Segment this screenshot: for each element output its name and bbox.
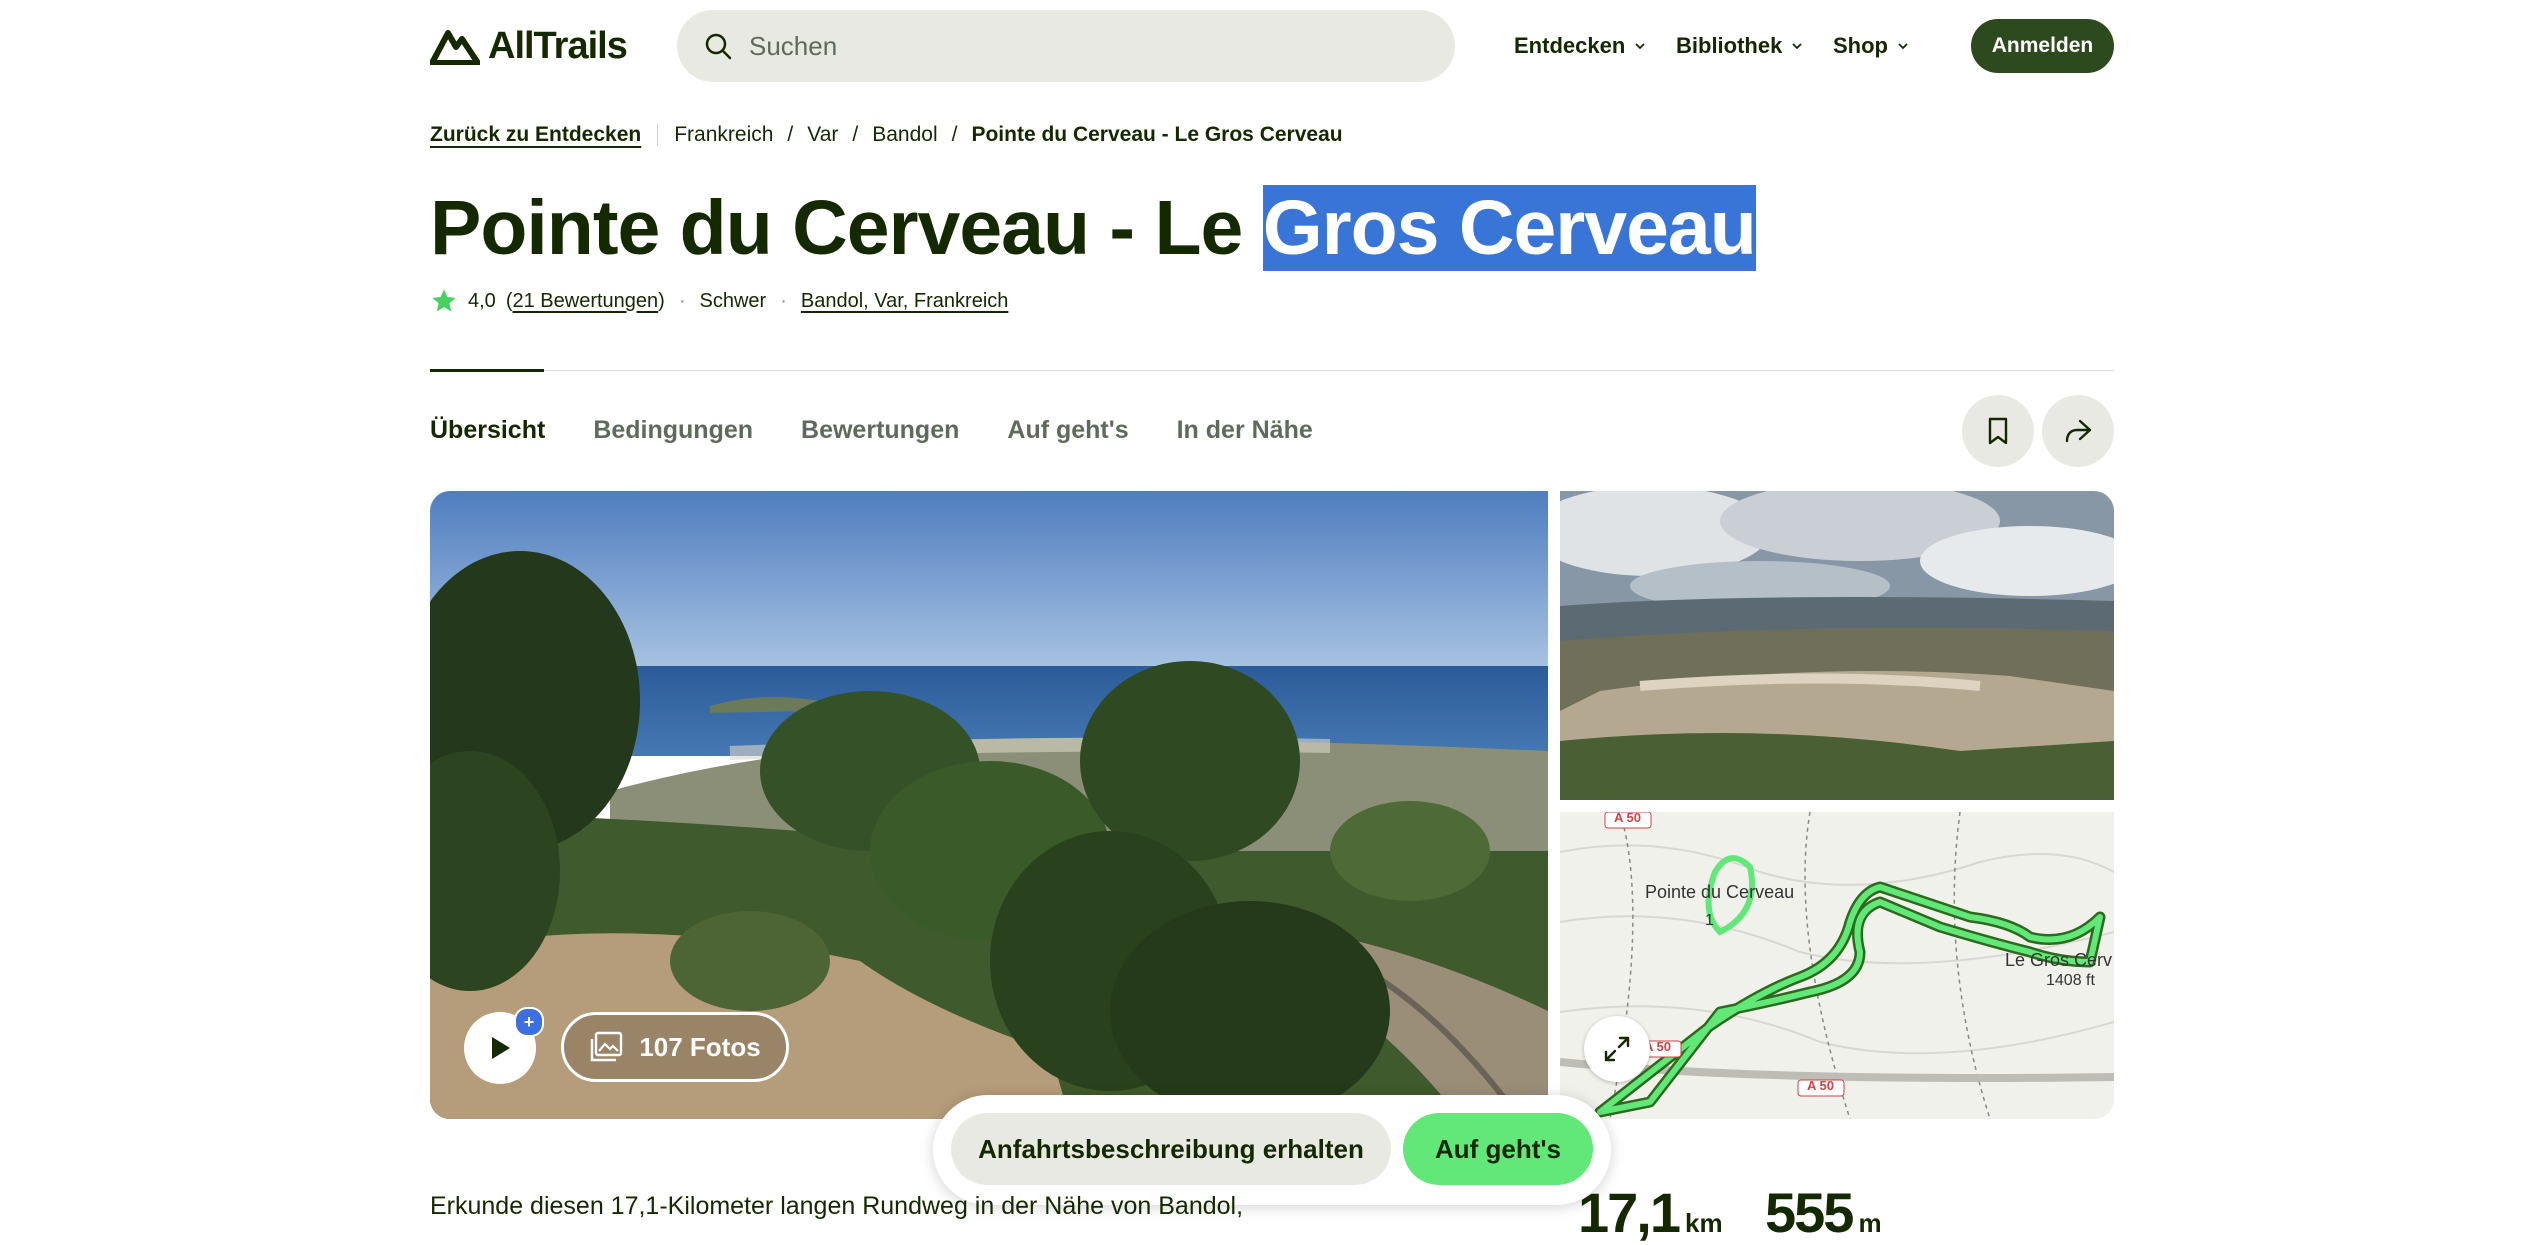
- breadcrumb-separator: /: [787, 123, 794, 146]
- meta-separator: ·: [780, 289, 787, 312]
- nav-entdecken-label: Entdecken: [1514, 33, 1626, 58]
- length-stat: 17,1 km: [1578, 1180, 1723, 1245]
- tab-bar: Übersicht Bedingungen Bewertungen Auf ge…: [430, 416, 1313, 445]
- length-unit: km: [1685, 1208, 1723, 1238]
- reviews-count[interactable]: 21 Bewertungen: [512, 290, 658, 312]
- tab-get-going[interactable]: Auf geht's: [1007, 416, 1128, 445]
- photos-count: 107 Fotos: [639, 1031, 761, 1062]
- location-link[interactable]: Bandol, Var, Frankreich: [801, 290, 1009, 313]
- map-peak-altitude: 1: [1705, 912, 1714, 929]
- alltrails-logo[interactable]: AllTrails: [430, 24, 628, 67]
- back-to-explore-link[interactable]: Zurück zu Entdecken: [430, 123, 641, 147]
- meta-separator: ·: [678, 289, 686, 312]
- bookmark-icon: [1988, 417, 2008, 445]
- title-selected-text: Gros Cerveau: [1262, 185, 1757, 271]
- mountain-logo-icon: [430, 30, 480, 65]
- nav-shop[interactable]: Shop: [1833, 28, 1910, 64]
- signin-button[interactable]: Anmelden: [1971, 19, 2114, 73]
- photos-button[interactable]: 107 Fotos: [561, 1012, 789, 1082]
- title-text: Pointe du Cerveau - Le: [430, 185, 1263, 271]
- nav-bibliothek[interactable]: Bibliothek: [1676, 28, 1804, 64]
- play-icon: [492, 1037, 510, 1059]
- tab-reviews[interactable]: Bewertungen: [801, 416, 959, 445]
- share-icon: [2065, 419, 2092, 443]
- breadcrumb-item-region[interactable]: Var: [807, 123, 838, 147]
- search-icon: [701, 29, 735, 63]
- breadcrumb: Zurück zu Entdecken Frankreich / Var / B…: [430, 120, 1343, 150]
- share-button[interactable]: [2042, 395, 2114, 467]
- length-value: 17,1: [1578, 1181, 1681, 1244]
- search-bar[interactable]: [677, 10, 1455, 82]
- chevron-down-icon: [1898, 43, 1908, 50]
- map-road-label: A 50: [1614, 812, 1641, 825]
- gallery-icon: [591, 1031, 623, 1062]
- save-button[interactable]: [1962, 395, 2034, 467]
- breadcrumb-separator: /: [852, 123, 859, 146]
- plus-badge: +: [514, 1007, 544, 1037]
- breadcrumb-item-city[interactable]: Bandol: [872, 123, 937, 147]
- expand-icon: [1604, 1036, 1630, 1062]
- tab-overview[interactable]: Übersicht: [430, 416, 545, 445]
- trail-description: Erkunde diesen 17,1-Kilometer langen Run…: [430, 1192, 1244, 1220]
- expand-map-button[interactable]: [1584, 1016, 1650, 1082]
- map-road-label: A 50: [1807, 1078, 1834, 1093]
- chevron-down-icon: [1792, 43, 1802, 50]
- breadcrumb-current: Pointe du Cerveau - Le Gros Cerveau: [971, 123, 1343, 146]
- map-peak-label: Pointe du Cerveau: [1645, 882, 1795, 902]
- get-going-button[interactable]: Auf geht's: [1403, 1113, 1593, 1185]
- nav-bibliothek-label: Bibliothek: [1676, 33, 1783, 58]
- cliff-landscape-image: [1560, 491, 2114, 800]
- trail-meta: 4,0 (21 Bewertungen) · Schwer · Bandol, …: [430, 286, 1008, 316]
- difficulty: Schwer: [699, 289, 767, 312]
- map-east-label: Le Gros Cerv: [2005, 950, 2113, 970]
- tabs-divider: [430, 370, 2114, 371]
- elevation-stat: 555 m: [1765, 1180, 1882, 1245]
- rating-value: 4,0: [468, 289, 496, 312]
- nav-entdecken[interactable]: Entdecken: [1514, 28, 1647, 64]
- elevation-value: 555: [1765, 1181, 1854, 1244]
- tab-nearby[interactable]: In der Nähe: [1177, 416, 1313, 445]
- elevation-unit: m: [1858, 1208, 1882, 1238]
- logo-text: AllTrails: [488, 24, 628, 67]
- map-east-altitude: 1408 ft: [2046, 972, 2095, 989]
- breadcrumb-divider: [657, 124, 659, 146]
- breadcrumb-separator: /: [951, 123, 958, 146]
- star-icon: [432, 289, 456, 312]
- search-input[interactable]: [747, 29, 1411, 63]
- trail-map-preview[interactable]: A 50 A 50 A 50 Pointe du Cerveau 1 Le Gr…: [1560, 812, 2114, 1119]
- page-title: Pointe du Cerveau - Le Gros Cerveau: [430, 180, 1757, 276]
- secondary-trail-photo[interactable]: [1560, 491, 2114, 800]
- chevron-down-icon: [1635, 43, 1645, 50]
- reviews-link[interactable]: (21 Bewertungen): [506, 290, 665, 313]
- tab-conditions[interactable]: Bedingungen: [593, 416, 753, 445]
- active-tab-indicator: [430, 369, 544, 372]
- breadcrumb-item-country[interactable]: Frankreich: [674, 123, 773, 147]
- directions-button[interactable]: Anfahrtsbeschreibung erhalten: [951, 1113, 1391, 1185]
- nav-shop-label: Shop: [1833, 33, 1888, 58]
